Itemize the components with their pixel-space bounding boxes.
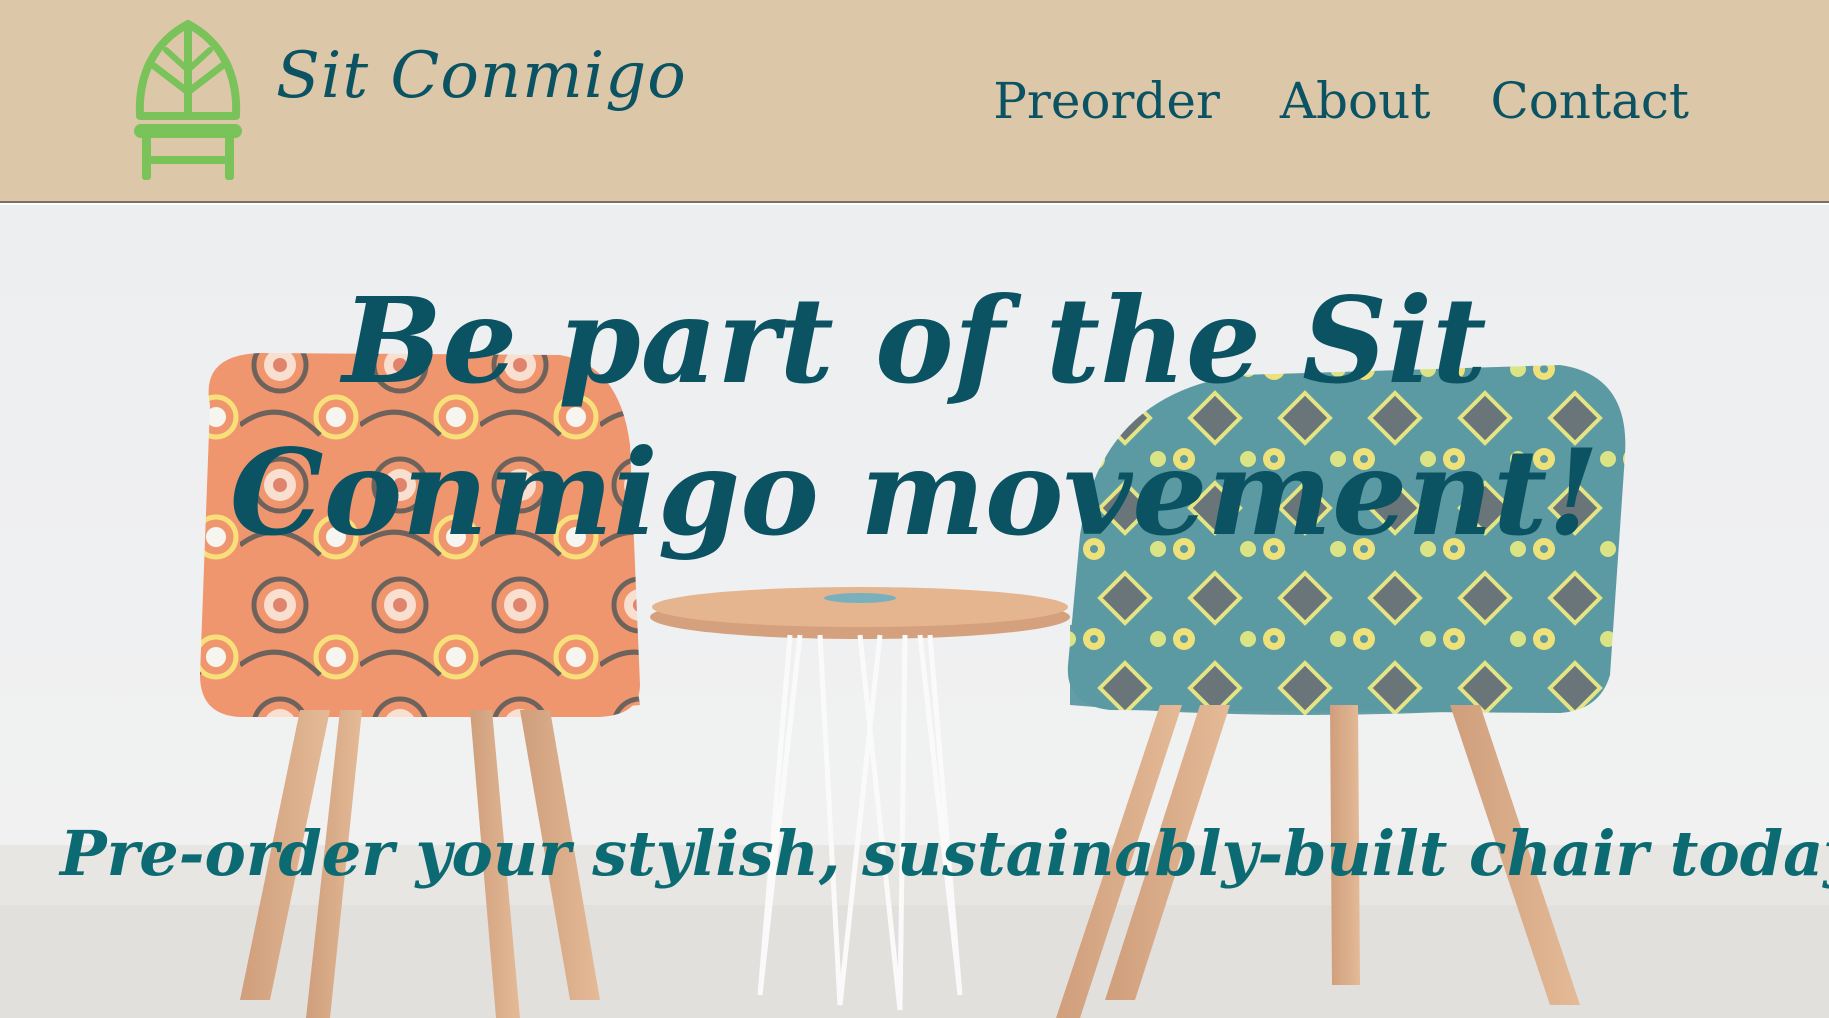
hero-section: Be part of the Sit Conmigo movement! Pre…: [0, 205, 1829, 1018]
nav-contact-link[interactable]: Contact: [1490, 74, 1689, 129]
main-nav: Preorder About Contact: [993, 74, 1689, 129]
site-header: Sit Conmigo Preorder About Contact: [0, 0, 1829, 203]
hero-headline: Be part of the Sit Conmigo movement!: [229, 271, 1600, 562]
brand-name[interactable]: Sit Conmigo: [276, 44, 687, 108]
nav-preorder-link[interactable]: Preorder: [993, 74, 1220, 129]
nav-about-link[interactable]: About: [1280, 74, 1431, 129]
hero-subline: Pre-order your stylish, sustainably-buil…: [60, 817, 1829, 890]
leaf-chair-icon[interactable]: [132, 20, 244, 182]
